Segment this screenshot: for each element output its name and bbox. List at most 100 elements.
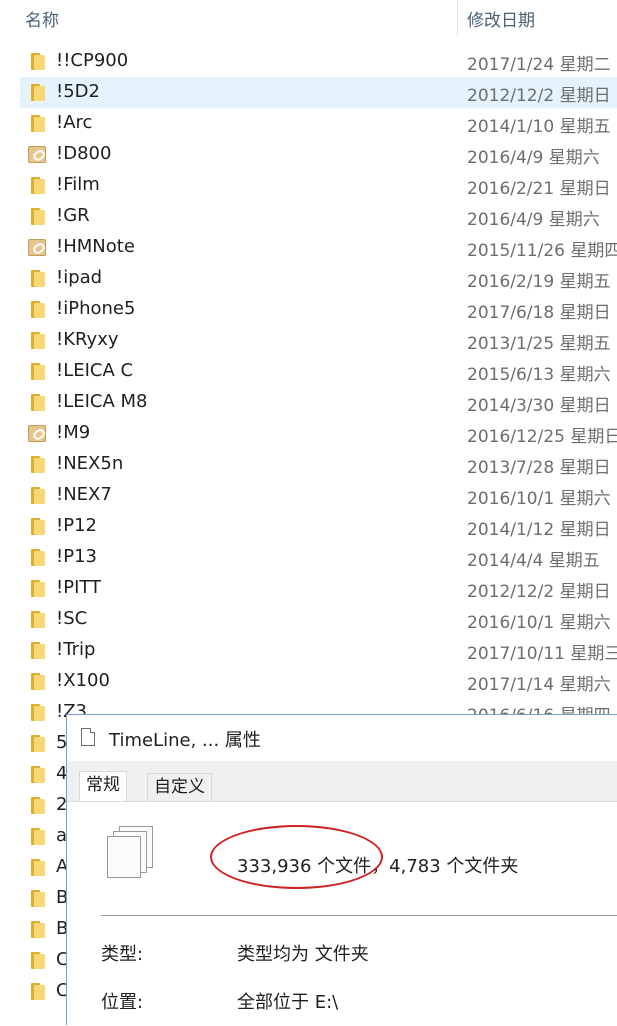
folder-icon xyxy=(28,301,46,318)
location-value: 全部位于 E:\ xyxy=(237,992,339,1013)
file-name: !M9 xyxy=(56,422,91,443)
file-row[interactable]: !NEX7 2016/10/1 星期六 xyxy=(0,480,617,511)
file-date: 2015/11/26 星期四 xyxy=(467,241,617,261)
file-row[interactable]: !M9 2016/12/25 星期日 xyxy=(0,418,617,449)
column-divider[interactable] xyxy=(457,0,458,36)
file-row[interactable]: !Trip 2017/10/11 星期三 xyxy=(0,635,617,666)
file-row[interactable]: !!CP900 2017/1/24 星期二 xyxy=(0,46,617,77)
folder-icon xyxy=(28,549,46,566)
folder-icon xyxy=(28,394,46,411)
file-name: !Film xyxy=(56,174,100,195)
folder-icon xyxy=(28,270,46,287)
file-date: 2016/4/9 星期六 xyxy=(467,210,600,230)
file-row[interactable]: !HMNote 2015/11/26 星期四 xyxy=(0,232,617,263)
file-row[interactable]: !KRyxy 2013/1/25 星期五 xyxy=(0,325,617,356)
file-date: 2014/1/10 星期五 xyxy=(467,117,611,137)
file-date: 2013/7/28 星期日 xyxy=(467,458,611,478)
folder-icon xyxy=(28,983,46,1000)
tab-bar: 常规 自定义 xyxy=(67,761,617,802)
file-row[interactable]: !GR 2016/4/9 星期六 xyxy=(0,201,617,232)
file-name: !Trip xyxy=(56,639,96,660)
file-row[interactable]: !D800 2016/4/9 星期六 xyxy=(0,139,617,170)
file-date: 2012/12/2 星期日 xyxy=(467,582,611,602)
file-name: !Arc xyxy=(56,112,93,133)
tab-general[interactable]: 常规 xyxy=(79,771,127,802)
folder-icon xyxy=(28,673,46,690)
file-date: 2016/4/9 星期六 xyxy=(467,148,600,168)
file-date: 2017/1/24 星期二 xyxy=(467,55,611,75)
dialog-title: TimeLine, ... 属性 xyxy=(109,730,261,751)
file-row[interactable]: !P13 2014/4/4 星期五 xyxy=(0,542,617,573)
column-header-name[interactable]: 名称 xyxy=(25,6,59,31)
linked-folder-icon xyxy=(28,239,46,256)
folder-icon xyxy=(28,797,46,814)
file-row[interactable]: !LEICA M8 2014/3/30 星期日 xyxy=(0,387,617,418)
column-header-date[interactable]: 修改日期 xyxy=(467,6,535,31)
type-label: 类型: xyxy=(101,944,144,965)
file-row[interactable]: !P12 2014/1/12 星期日 xyxy=(0,511,617,542)
file-date: 2016/2/21 星期日 xyxy=(467,179,611,199)
file-row[interactable]: !ipad 2016/2/19 星期五 xyxy=(0,263,617,294)
file-name: !HMNote xyxy=(56,236,135,257)
file-date: 2015/6/13 星期六 xyxy=(467,365,611,385)
file-date: 2016/2/19 星期五 xyxy=(467,272,611,292)
folder-icon xyxy=(28,890,46,907)
file-row[interactable]: !X100 2017/1/14 星期六 xyxy=(0,666,617,697)
folder-icon xyxy=(28,828,46,845)
file-name: !GR xyxy=(56,205,90,226)
file-date: 2017/10/11 星期三 xyxy=(467,644,617,664)
document-icon xyxy=(81,728,95,746)
file-date: 2017/6/18 星期日 xyxy=(467,303,611,323)
file-name: !NEX5n xyxy=(56,453,124,474)
file-row[interactable]: !iPhone5 2017/6/18 星期日 xyxy=(0,294,617,325)
divider xyxy=(101,915,617,916)
file-row[interactable]: !SC 2016/10/1 星期六 xyxy=(0,604,617,635)
file-date: 2017/1/14 星期六 xyxy=(467,675,611,695)
folder-icon xyxy=(28,84,46,101)
file-row[interactable]: !Arc 2014/1/10 星期五 xyxy=(0,108,617,139)
folder-icon xyxy=(28,115,46,132)
folder-icon xyxy=(28,766,46,783)
folder-icon xyxy=(28,208,46,225)
folder-icon xyxy=(28,456,46,473)
folder-icon xyxy=(28,53,46,70)
file-name: !SC xyxy=(56,608,88,629)
file-date: 2014/3/30 星期日 xyxy=(467,396,611,416)
folder-icon xyxy=(28,952,46,969)
file-name: !LEICA M8 xyxy=(56,391,148,412)
type-value: 类型均为 文件夹 xyxy=(237,944,369,965)
file-row[interactable]: !PITT 2012/12/2 星期日 xyxy=(0,573,617,604)
file-date: 2014/1/12 星期日 xyxy=(467,520,611,540)
file-date: 2013/1/25 星期五 xyxy=(467,334,611,354)
folder-icon xyxy=(28,487,46,504)
file-name: !ipad xyxy=(56,267,103,288)
file-name: !KRyxy xyxy=(56,329,119,350)
folder-icon xyxy=(28,642,46,659)
file-name: !X100 xyxy=(56,670,110,691)
tab-custom[interactable]: 自定义 xyxy=(147,773,212,801)
folder-icon xyxy=(28,363,46,380)
file-date: 2014/4/4 星期五 xyxy=(467,551,600,571)
file-row[interactable]: !NEX5n 2013/7/28 星期日 xyxy=(0,449,617,480)
file-name: !5D2 xyxy=(56,81,100,102)
linked-folder-icon xyxy=(28,146,46,163)
file-row[interactable]: !Film 2016/2/21 星期日 xyxy=(0,170,617,201)
folder-icon xyxy=(28,611,46,628)
file-row[interactable]: !LEICA C 2015/6/13 星期六 xyxy=(0,356,617,387)
file-row[interactable]: !5D2 2012/12/2 星期日 xyxy=(20,77,617,108)
sort-caret-icon: ^ xyxy=(232,0,242,5)
folder-icon xyxy=(28,580,46,597)
folder-icon xyxy=(28,921,46,938)
general-panel: 333,936 个文件，4,783 个文件夹 类型: 类型均为 文件夹 位置: … xyxy=(67,801,617,1026)
folder-icon xyxy=(28,177,46,194)
folder-icon xyxy=(28,332,46,349)
file-name: !P12 xyxy=(56,515,97,536)
file-name: !LEICA C xyxy=(56,360,134,381)
file-name: !D800 xyxy=(56,143,112,164)
multiple-files-icon xyxy=(107,826,157,878)
column-header: ^ 名称 修改日期 xyxy=(0,0,617,36)
folder-icon xyxy=(28,859,46,876)
properties-dialog: TimeLine, ... 属性 常规 自定义 333,936 个文件，4,78… xyxy=(66,714,617,1026)
folder-icon xyxy=(28,704,46,721)
file-name: !P13 xyxy=(56,546,97,567)
